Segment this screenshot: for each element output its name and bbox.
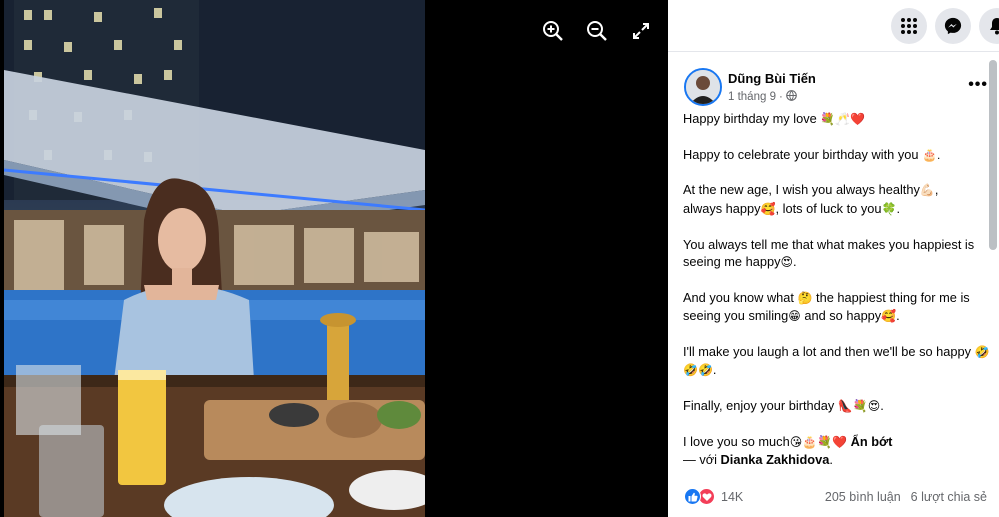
post-paragraph: I'll make you laugh a lot and then we'll… (683, 343, 990, 378)
post-paragraph: I love you so much😘🎂💐❤️ Ẩn bớt — với Dian… (683, 433, 893, 468)
photo-scene (4, 0, 425, 517)
top-navigation (668, 0, 999, 52)
photo-viewer (0, 0, 668, 517)
post-photo[interactable] (4, 0, 425, 517)
post-stats: 205 bình luận 6 lượt chia sẻ (825, 490, 987, 504)
see-less-link[interactable]: Ẩn bớt (847, 434, 893, 449)
globe-icon (785, 90, 797, 104)
meta-separator: · (778, 91, 783, 103)
avatar[interactable] (684, 68, 722, 106)
post-paragraph: Finally, enjoy your birthday 👠💐😍. (683, 398, 884, 414)
menu-grid-icon[interactable] (891, 8, 927, 44)
post-date[interactable]: 1 tháng 9 (728, 91, 776, 103)
post-header: Dũng Bùi Tiến 1 tháng 9 · ••• (684, 68, 987, 108)
author-name[interactable]: Dũng Bùi Tiến (728, 71, 816, 86)
post-paragraph: Happy to celebrate your birthday with yo… (683, 146, 941, 162)
shares-count[interactable]: 6 lượt chia sẻ (911, 490, 987, 504)
reactions-summary[interactable]: 14K (684, 488, 743, 505)
post-panel: Dũng Bùi Tiến 1 tháng 9 · ••• Happy birt… (668, 52, 999, 517)
post-paragraph: And you know what 🤔 the happiest thing f… (683, 289, 970, 324)
like-icon (684, 488, 701, 505)
zoom-out-icon[interactable] (584, 18, 610, 44)
comments-count[interactable]: 205 bình luận (825, 490, 901, 504)
reaction-count: 14K (721, 489, 744, 504)
zoom-in-icon[interactable] (540, 18, 566, 44)
messenger-icon[interactable] (935, 8, 971, 44)
post-paragraph: At the new age, I wish you always health… (683, 182, 939, 216)
tagged-user-link[interactable]: Dianka Zakhidova (721, 452, 830, 467)
fullscreen-icon[interactable] (628, 18, 654, 44)
post-body: Happy birthday my love 💐🥂❤️ Happy to cel… (683, 110, 991, 469)
post-footer: 14K 205 bình luận 6 lượt chia sẻ (668, 483, 999, 517)
post-paragraph: Happy birthday my love 💐🥂❤️ (683, 111, 866, 126)
more-options-icon[interactable]: ••• (968, 76, 988, 94)
post-meta: 1 tháng 9 · (728, 90, 797, 104)
post-paragraph: You always tell me that what makes you h… (683, 236, 975, 270)
notifications-icon[interactable] (979, 8, 999, 44)
